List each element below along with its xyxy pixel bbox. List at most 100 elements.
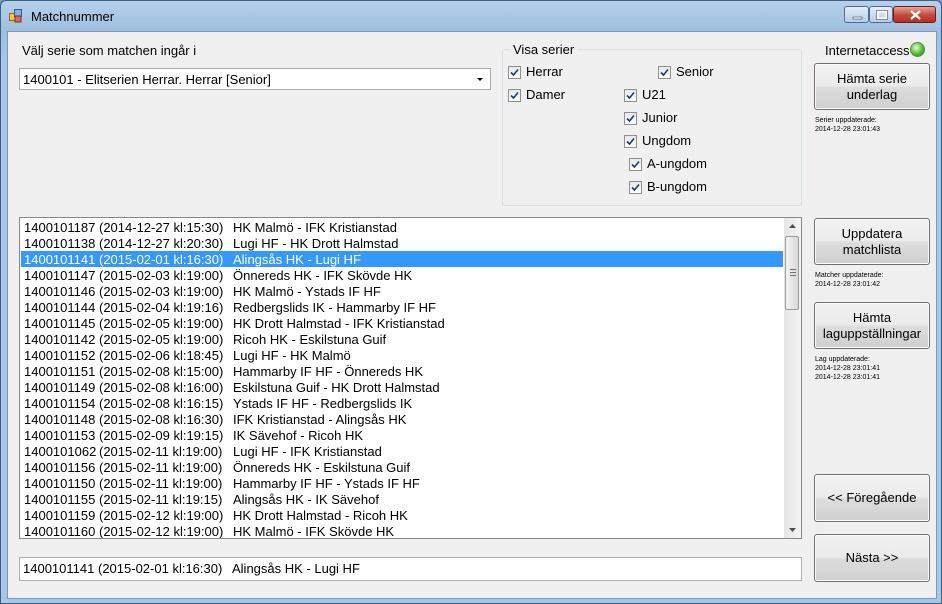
match-datetime: (2015-02-04 kl:19:16) (99, 300, 224, 315)
match-datetime: (2015-02-11 kl:19:00) (99, 476, 223, 491)
internet-status-icon (910, 42, 925, 57)
checkbox-damer-box[interactable] (508, 89, 521, 102)
checkbox-junior-box[interactable] (624, 112, 637, 125)
matcher-updated-time: 2014-12-28 23:01:42 (815, 281, 880, 288)
match-teams: Redbergslids IK - Hammarby IF HF (233, 300, 436, 315)
match-list-item[interactable]: 1400101138 (2014-12-27 kl:20:30) Lugi HF -… (21, 235, 783, 251)
close-button[interactable] (893, 6, 936, 23)
checkbox-u21-box[interactable] (624, 89, 637, 102)
match-id: 1400101062 (24, 444, 97, 459)
next-button[interactable]: Nästa >> (814, 534, 930, 582)
match-teams: Hammarby IF HF - Ystads IF HF (233, 476, 420, 491)
match-teams: HK Drott Halmstad - IFK Kristianstad (233, 316, 445, 331)
lag-updated-time-2: 2014-12-28 23:01:41 (815, 374, 880, 381)
match-list-item[interactable]: 1400101147 (2015-02-03 kl:19:00) Önnereds … (21, 267, 783, 283)
match-id: 1400101160 (24, 524, 96, 539)
checkbox-u21-label: U21 (642, 87, 666, 102)
scrollbar-thumb[interactable] (785, 236, 799, 310)
serier-updated-label: Serier uppdaterade: (815, 117, 877, 124)
match-datetime: (2015-02-01 kl:16:30) (99, 252, 224, 267)
match-datetime: (2015-02-03 kl:19:00) (99, 268, 224, 283)
thumb-grip-line (790, 269, 796, 270)
serie-combobox-value: 1400101 - Elitserien Herrar. Herrar [Sen… (23, 72, 271, 87)
serie-combobox[interactable]: 1400101 - Elitserien Herrar. Herrar [Sen… (19, 68, 491, 90)
hamta-serie-underlag-button[interactable]: Hämta serie underlag (814, 63, 930, 110)
match-list-item[interactable]: 1400101160 (2015-02-12 kl:19:00) HK Malmö … (21, 523, 783, 539)
match-id: 1400101152 (24, 348, 96, 363)
checkbox-senior-box[interactable] (658, 66, 671, 79)
window-title: Matchnummer (31, 9, 115, 24)
minimize-button[interactable] (844, 6, 869, 23)
checkbox-a-ungdom-box[interactable] (629, 158, 642, 171)
selected-match-teams: Alingsås HK - Lugi HF (232, 561, 360, 576)
checkbox-damer-label: Damer (526, 87, 566, 102)
match-id: 1400101154 (24, 396, 96, 411)
close-icon (910, 10, 921, 20)
match-list-item[interactable]: 1400101149 (2015-02-08 kl:16:00) Eskilstun… (21, 379, 783, 395)
scroll-up-icon[interactable] (784, 218, 801, 235)
match-datetime: (2014-12-27 kl:20:30) (99, 236, 224, 251)
checkmark-icon (631, 160, 640, 169)
match-list-item[interactable]: 1400101187 (2014-12-27 kl:15:30) HK Malmö … (21, 219, 783, 235)
match-id: 1400101147 (24, 268, 96, 283)
hamta-laguppstallningar-button[interactable]: Hämta laguppställningar (814, 302, 930, 349)
checkmark-icon (510, 91, 519, 100)
match-list-item[interactable]: 1400101155 (2015-02-11 kl:19:15) Alingsås … (21, 491, 783, 507)
serier-updated-time: 2014-12-28 23:01:43 (815, 126, 880, 133)
match-list-item[interactable]: 1400101150 (2015-02-11 kl:19:00) Hammarby … (21, 475, 783, 491)
previous-button-label: << Föregående (827, 490, 917, 505)
match-list-item[interactable]: 1400101154 (2015-02-08 kl:16:15) Ystads IF… (21, 395, 783, 411)
match-teams: HK Malmö - IFK Skövde HK (233, 524, 395, 539)
checkmark-icon (631, 183, 640, 192)
match-teams: Hammarby IF HF - Önnereds HK (233, 364, 423, 379)
match-teams: Ricoh HK - Eskilstuna Guif (233, 332, 387, 347)
title-bar[interactable]: Matchnummer (1, 1, 941, 31)
match-datetime: (2015-02-11 kl:19:00) (99, 444, 223, 459)
match-listbox[interactable]: 1400101187 (2014-12-27 kl:15:30) HK Malmö … (19, 217, 802, 539)
match-id: 1400101156 (24, 460, 96, 475)
client-area: Välj serie som matchen ingår i 1400101 -… (7, 31, 937, 599)
match-list-item[interactable]: 1400101159 (2015-02-12 kl:19:00) HK Drott … (21, 507, 783, 523)
match-id: 1400101141 (24, 252, 96, 267)
hamta-serie-line2: underlag (846, 86, 898, 102)
checkmark-icon (626, 114, 635, 123)
match-list-item[interactable]: 1400101146 (2015-02-03 kl:19:00) HK Malmö … (21, 283, 783, 299)
selected-match-id: 1400101141 (23, 561, 95, 576)
uppdatera-matchlista-button[interactable]: Uppdatera matchlista (814, 218, 930, 265)
vertical-scrollbar[interactable] (784, 218, 801, 538)
match-datetime: (2015-02-06 kl:18:45) (99, 348, 224, 363)
match-list-item[interactable]: 1400101152 (2015-02-06 kl:18:45) Lugi HF -… (21, 347, 783, 363)
match-list-item[interactable]: 1400101144 (2015-02-04 kl:19:16) Redbergsl… (21, 299, 783, 315)
match-list-item[interactable]: 1400101141 (2015-02-01 kl:16:30) Alingsås … (21, 251, 783, 267)
internet-access-label: Internetaccess (825, 43, 910, 58)
match-list-item[interactable]: 1400101142 (2015-02-05 kl:19:00) Ricoh HK … (21, 331, 783, 347)
match-id: 1400101153 (24, 428, 96, 443)
checkbox-ungdom-box[interactable] (624, 135, 637, 148)
checkbox-senior-label: Senior (676, 64, 714, 79)
checkbox-herrar-label: Herrar (526, 64, 563, 79)
scroll-down-icon[interactable] (784, 521, 801, 538)
match-list-item[interactable]: 1400101151 (2015-02-08 kl:15:00) Hammarby … (21, 363, 783, 379)
match-datetime: (2015-02-08 kl:16:30) (99, 412, 224, 427)
match-teams: HK Drott Halmstad - Ricoh HK (233, 508, 408, 523)
match-list-item[interactable]: 1400101153 (2015-02-09 kl:19:15) IK Säveho… (21, 427, 783, 443)
checkbox-b-ungdom-box[interactable] (629, 181, 642, 194)
match-list-item[interactable]: 1400101148 (2015-02-08 kl:16:30) IFK Krist… (21, 411, 783, 427)
app-icon (9, 9, 22, 23)
chevron-down-icon[interactable] (472, 71, 488, 87)
match-list-item[interactable]: 1400101156 (2015-02-11 kl:19:00) Önnereds … (21, 459, 783, 475)
match-id: 1400101144 (24, 300, 96, 315)
previous-button[interactable]: << Föregående (814, 474, 930, 522)
match-list-item[interactable]: 1400101145 (2015-02-05 kl:19:00) HK Drott … (21, 315, 783, 331)
minimize-icon (852, 16, 863, 20)
match-datetime: (2015-02-08 kl:16:15) (99, 396, 224, 411)
match-datetime: (2015-02-09 kl:19:15) (99, 428, 224, 443)
match-datetime: (2015-02-08 kl:16:00) (99, 380, 224, 395)
match-id: 1400101142 (24, 332, 96, 347)
checkbox-herrar-box[interactable] (508, 66, 521, 79)
checkmark-icon (626, 91, 635, 100)
maximize-button[interactable] (869, 6, 893, 23)
selected-match-field[interactable]: 1400101141 (2015-02-01 kl:16:30) Alingså… (19, 557, 802, 581)
visa-serier-title: Visa serier (510, 42, 578, 57)
match-list-item[interactable]: 1400101062 (2015-02-11 kl:19:00) Lugi HF -… (21, 443, 783, 459)
